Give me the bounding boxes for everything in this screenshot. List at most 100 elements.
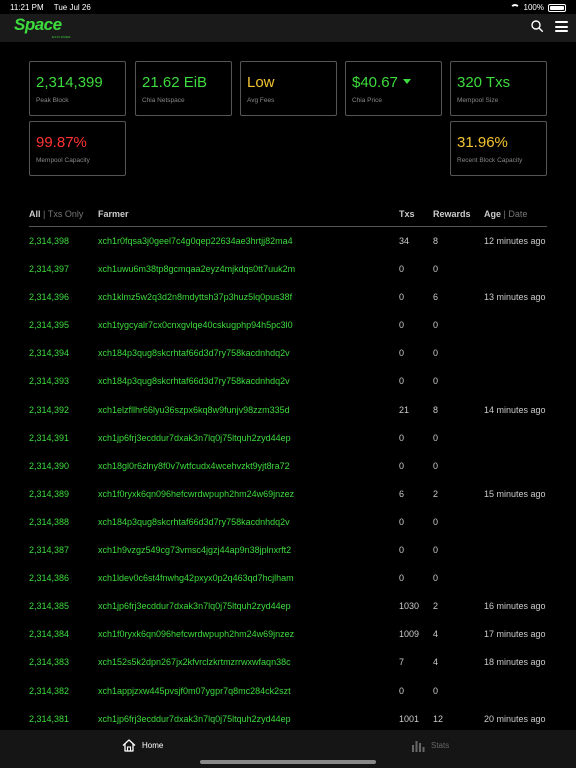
txs-count: 0 bbox=[399, 292, 405, 303]
block-number[interactable]: 2,314,384 bbox=[29, 629, 69, 639]
stat-card-mempool-capacity[interactable]: 99.87% Mempool Capacity bbox=[29, 121, 126, 176]
blocks-table-header: All | Txs Only Farmer Txs Rewards Age | … bbox=[29, 207, 547, 227]
table-row[interactable]: 2,314,384 xch1f0ryxk6qn096hefcwrdwpuph2hm… bbox=[29, 620, 547, 648]
farmer-address[interactable]: xch152s5k2dpn267jx2kfvrclzkrtmzrrwxwfaqn… bbox=[98, 657, 310, 667]
block-number[interactable]: 2,314,383 bbox=[29, 657, 69, 667]
table-row[interactable]: 2,314,394 xch184p3qug8skcrhtaf66d3d7ry758… bbox=[29, 339, 547, 367]
table-row[interactable]: 2,314,389 xch1f0ryxk6qn096hefcwrdwpuph2hm… bbox=[29, 480, 547, 508]
stat-card-netspace[interactable]: 21.62 EiB Chia Netspace bbox=[135, 61, 232, 116]
app-logo[interactable]: Space bbox=[14, 15, 62, 35]
table-row[interactable]: 2,314,385 xch1jp6frj3ecddur7dxak3n7lq0j75… bbox=[29, 592, 547, 620]
rewards-count: 4 bbox=[433, 629, 439, 640]
farmer-address[interactable]: xch1f0ryxk6qn096hefcwrdwpuph2hm24w69jnze… bbox=[98, 629, 310, 639]
rewards-count: 2 bbox=[433, 488, 439, 499]
farmer-address[interactable]: xch1h9vzgz549cg73vmsc4jgzj44ap9n38jplnxr… bbox=[98, 545, 310, 555]
txs-count: 6 bbox=[399, 488, 405, 499]
block-number[interactable]: 2,314,395 bbox=[29, 320, 69, 330]
farmer-address[interactable]: xch1jp6frj3ecddur7dxak3n7lq0j75ltquh2zyd… bbox=[98, 433, 310, 443]
home-icon bbox=[122, 739, 136, 752]
stat-label: Chia Price bbox=[352, 97, 382, 104]
table-row[interactable]: 2,314,392 xch1elzfllhr66lyu36szpx6kq8w9fu… bbox=[29, 396, 547, 424]
table-row[interactable]: 2,314,382 xch1appjzxw445pvsjf0m07ygpr7q8m… bbox=[29, 677, 547, 705]
stat-card-recent-block-capacity[interactable]: 31.96% Recent Block Capacity bbox=[450, 121, 547, 176]
stat-card-peak-block[interactable]: 2,314,399 Peak Block bbox=[29, 61, 126, 116]
block-number[interactable]: 2,314,386 bbox=[29, 573, 69, 583]
farmer-address[interactable]: xch1klmz5w2q3d2n8mdyttsh37p3huz5lq0pus38… bbox=[98, 292, 310, 302]
table-row[interactable]: 2,314,383 xch152s5k2dpn267jx2kfvrclzkrtmz… bbox=[29, 648, 547, 676]
battery-icon bbox=[548, 3, 566, 12]
farmer-address[interactable]: xch184p3qug8skcrhtaf66d3d7ry758kacdnhdq2… bbox=[98, 348, 310, 358]
farmer-address[interactable]: xch1jp6frj3ecddur7dxak3n7lq0j75ltquh2zyd… bbox=[98, 714, 310, 724]
battery-percent: 100% bbox=[523, 3, 544, 12]
block-number[interactable]: 2,314,391 bbox=[29, 433, 69, 443]
block-number[interactable]: 2,314,382 bbox=[29, 686, 69, 696]
farmer-address[interactable]: xch1appjzxw445pvsjf0m07ygpr7q8mc284ck2sz… bbox=[98, 686, 310, 696]
block-number[interactable]: 2,314,381 bbox=[29, 714, 69, 724]
farmer-address[interactable]: xch1jp6frj3ecddur7dxak3n7lq0j75ltquh2zyd… bbox=[98, 601, 310, 611]
block-number[interactable]: 2,314,390 bbox=[29, 461, 69, 471]
table-row[interactable]: 2,314,396 xch1klmz5w2q3d2n8mdyttsh37p3huz… bbox=[29, 283, 547, 311]
block-number[interactable]: 2,314,396 bbox=[29, 292, 69, 302]
filter-all[interactable]: All bbox=[29, 209, 41, 219]
txs-count: 0 bbox=[399, 573, 405, 584]
column-date[interactable]: Date bbox=[508, 209, 527, 219]
stat-value: 320 Txs bbox=[457, 74, 511, 91]
farmer-address[interactable]: xch1tygcyalr7cx0cnxgvlqe40cskugphp94h5pc… bbox=[98, 320, 310, 330]
stat-label: Peak Block bbox=[36, 97, 69, 104]
stat-card-avg-fees[interactable]: Low Avg Fees bbox=[240, 61, 337, 116]
caret-down-icon[interactable] bbox=[402, 79, 411, 85]
filter-toggle: All | Txs Only bbox=[29, 209, 83, 219]
search-icon[interactable] bbox=[531, 20, 543, 32]
table-row[interactable]: 2,314,393 xch184p3qug8skcrhtaf66d3d7ry758… bbox=[29, 367, 547, 395]
farmer-address[interactable]: xch18gl0r6zlny8f0v7wtfcudx4wcehvzkt9yjt8… bbox=[98, 461, 310, 471]
farmer-address[interactable]: xch1uwu6m38tp8gcmqaa2eyz4mjkdqs0tt7uuk2m bbox=[98, 264, 310, 274]
status-right: 100% bbox=[509, 3, 566, 12]
table-row[interactable]: 2,314,395 xch1tygcyalr7cx0cnxgvlqe40cskug… bbox=[29, 311, 547, 339]
stat-label: Mempool Capacity bbox=[36, 157, 90, 164]
farmer-address[interactable]: xch1elzfllhr66lyu36szpx6kq8w9funjv98zzm3… bbox=[98, 405, 310, 415]
txs-count: 0 bbox=[399, 516, 405, 527]
table-row[interactable]: 2,314,388 xch184p3qug8skcrhtaf66d3d7ry758… bbox=[29, 508, 547, 536]
block-number[interactable]: 2,314,389 bbox=[29, 489, 69, 499]
block-age: 18 minutes ago bbox=[484, 657, 546, 668]
block-number[interactable]: 2,314,387 bbox=[29, 545, 69, 555]
table-row[interactable]: 2,314,387 xch1h9vzgz549cg73vmsc4jgzj44ap9… bbox=[29, 536, 547, 564]
rewards-count: 0 bbox=[433, 573, 439, 584]
table-row[interactable]: 2,314,386 xch1ldev0c6st4fnwhg42pxyx0p2q46… bbox=[29, 564, 547, 592]
block-number[interactable]: 2,314,385 bbox=[29, 601, 69, 611]
txs-count: 0 bbox=[399, 432, 405, 443]
wifi-icon bbox=[509, 4, 520, 11]
block-number[interactable]: 2,314,394 bbox=[29, 348, 69, 358]
farmer-address[interactable]: xch184p3qug8skcrhtaf66d3d7ry758kacdnhdq2… bbox=[98, 376, 310, 386]
table-row[interactable]: 2,314,390 xch18gl0r6zlny8f0v7wtfcudx4wceh… bbox=[29, 452, 547, 480]
farmer-address[interactable]: xch1r0fqsa3j0geel7c4g0qep22634ae3hrtjj82… bbox=[98, 236, 310, 246]
txs-count: 0 bbox=[399, 460, 405, 471]
status-date: Tue Jul 26 bbox=[53, 3, 91, 12]
stat-card-chia-price[interactable]: $40.67 Chia Price bbox=[345, 61, 442, 116]
block-number[interactable]: 2,314,398 bbox=[29, 236, 69, 246]
filter-txs-only[interactable]: Txs Only bbox=[48, 209, 84, 219]
tab-stats[interactable]: Stats bbox=[411, 739, 449, 752]
txs-count: 1001 bbox=[399, 713, 420, 724]
block-number[interactable]: 2,314,388 bbox=[29, 517, 69, 527]
farmer-address[interactable]: xch1f0ryxk6qn096hefcwrdwpuph2hm24w69jnze… bbox=[98, 489, 310, 499]
farmer-address[interactable]: xch1ldev0c6st4fnwhg42pxyx0p2q463qd7hcjlh… bbox=[98, 573, 310, 583]
table-row[interactable]: 2,314,397 xch1uwu6m38tp8gcmqaa2eyz4mjkdqs… bbox=[29, 255, 547, 283]
stat-label: Chia Netspace bbox=[142, 97, 185, 104]
farmer-address[interactable]: xch184p3qug8skcrhtaf66d3d7ry758kacdnhdq2… bbox=[98, 517, 310, 527]
rewards-count: 4 bbox=[433, 657, 439, 668]
menu-icon[interactable] bbox=[555, 21, 568, 32]
table-row[interactable]: 2,314,398 xch1r0fqsa3j0geel7c4g0qep22634a… bbox=[29, 227, 547, 255]
status-left: 11:21 PM Tue Jul 26 bbox=[10, 3, 99, 12]
rewards-count: 0 bbox=[433, 376, 439, 387]
stat-card-mempool-size[interactable]: 320 Txs Mempool Size bbox=[450, 61, 547, 116]
txs-count: 0 bbox=[399, 685, 405, 696]
tab-home[interactable]: Home bbox=[122, 739, 163, 752]
table-row[interactable]: 2,314,381 xch1jp6frj3ecddur7dxak3n7lq0j75… bbox=[29, 705, 547, 733]
block-number[interactable]: 2,314,393 bbox=[29, 376, 69, 386]
block-age: 13 minutes ago bbox=[484, 292, 546, 303]
block-number[interactable]: 2,314,397 bbox=[29, 264, 69, 274]
column-age[interactable]: Age bbox=[484, 209, 501, 219]
table-row[interactable]: 2,314,391 xch1jp6frj3ecddur7dxak3n7lq0j75… bbox=[29, 424, 547, 452]
block-number[interactable]: 2,314,392 bbox=[29, 405, 69, 415]
